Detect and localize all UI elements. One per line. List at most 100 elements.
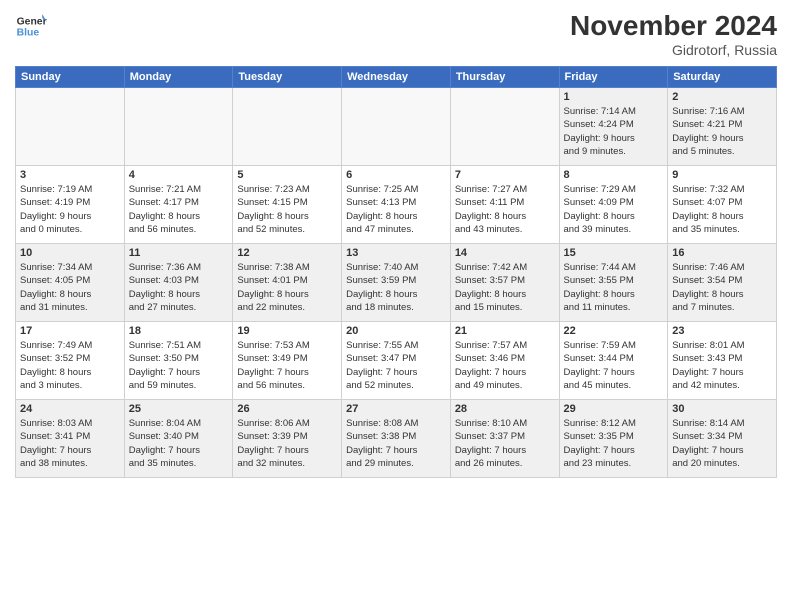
week-row-4: 24 Sunrise: 8:03 AM Sunset: 3:41 PM Dayli…: [16, 400, 777, 478]
table-row: 27Sunrise: 8:08 AM Sunset: 3:38 PM Dayli…: [342, 400, 451, 478]
header-friday: Friday: [559, 67, 668, 88]
header-thursday: Thursday: [450, 67, 559, 88]
table-row: 15 Sunrise: 7:44 AM Sunset: 3:55 PM Dayli…: [559, 244, 668, 322]
day-info: Sunrise: 7:42 AM Sunset: 3:57 PM Dayligh…: [455, 261, 555, 314]
table-row: 25Sunrise: 8:04 AM Sunset: 3:40 PM Dayli…: [124, 400, 233, 478]
table-row: 21 Sunrise: 7:57 AM Sunset: 3:46 PM Dayli…: [450, 322, 559, 400]
day-info: Sunrise: 7:59 AM Sunset: 3:44 PM Dayligh…: [564, 339, 664, 392]
day-info: Sunrise: 8:14 AM Sunset: 3:34 PM Dayligh…: [672, 417, 772, 470]
table-row: 3Sunrise: 7:19 AM Sunset: 4:19 PM Daylig…: [16, 166, 125, 244]
day-info: Sunrise: 7:57 AM Sunset: 3:46 PM Dayligh…: [455, 339, 555, 392]
day-info: Sunrise: 7:49 AM Sunset: 3:52 PM Dayligh…: [20, 339, 120, 392]
day-number: 9: [672, 169, 772, 181]
table-row: 8 Sunrise: 7:29 AM Sunset: 4:09 PM Daylig…: [559, 166, 668, 244]
table-row: 10 Sunrise: 7:34 AM Sunset: 4:05 PM Dayli…: [16, 244, 125, 322]
header-tuesday: Tuesday: [233, 67, 342, 88]
table-row: [450, 88, 559, 166]
month-title: November 2024: [570, 10, 777, 42]
day-info: Sunrise: 7:16 AM Sunset: 4:21 PM Dayligh…: [672, 105, 772, 158]
table-row: 17 Sunrise: 7:49 AM Sunset: 3:52 PM Dayli…: [16, 322, 125, 400]
day-info: Sunrise: 7:23 AM Sunset: 4:15 PM Dayligh…: [237, 183, 337, 236]
day-info: Sunrise: 7:53 AM Sunset: 3:49 PM Dayligh…: [237, 339, 337, 392]
day-number: 6: [346, 169, 446, 181]
day-number: 8: [564, 169, 664, 181]
day-info: Sunrise: 7:44 AM Sunset: 3:55 PM Dayligh…: [564, 261, 664, 314]
day-number: 13: [346, 247, 446, 259]
table-row: 28Sunrise: 8:10 AM Sunset: 3:37 PM Dayli…: [450, 400, 559, 478]
table-row: 30 Sunrise: 8:14 AM Sunset: 3:34 PM Dayli…: [668, 400, 777, 478]
header-monday: Monday: [124, 67, 233, 88]
day-number: 10: [20, 247, 120, 259]
table-row: [16, 88, 125, 166]
header-wednesday: Wednesday: [342, 67, 451, 88]
logo-icon: General Blue: [15, 10, 47, 42]
table-row: 14 Sunrise: 7:42 AM Sunset: 3:57 PM Dayli…: [450, 244, 559, 322]
day-info: Sunrise: 8:06 AM Sunset: 3:39 PM Dayligh…: [237, 417, 337, 470]
day-number: 29: [564, 403, 664, 415]
table-row: 23 Sunrise: 8:01 AM Sunset: 3:43 PM Dayli…: [668, 322, 777, 400]
week-row-1: 3Sunrise: 7:19 AM Sunset: 4:19 PM Daylig…: [16, 166, 777, 244]
table-row: [124, 88, 233, 166]
day-info: Sunrise: 8:03 AM Sunset: 3:41 PM Dayligh…: [20, 417, 120, 470]
day-info: Sunrise: 8:10 AM Sunset: 3:37 PM Dayligh…: [455, 417, 555, 470]
day-info: Sunrise: 7:55 AM Sunset: 3:47 PM Dayligh…: [346, 339, 446, 392]
logo: General Blue: [15, 10, 47, 42]
day-number: 21: [455, 325, 555, 337]
weekday-header-row: Sunday Monday Tuesday Wednesday Thursday…: [16, 67, 777, 88]
table-row: 2Sunrise: 7:16 AM Sunset: 4:21 PM Daylig…: [668, 88, 777, 166]
day-info: Sunrise: 7:34 AM Sunset: 4:05 PM Dayligh…: [20, 261, 120, 314]
day-number: 15: [564, 247, 664, 259]
day-number: 16: [672, 247, 772, 259]
day-number: 22: [564, 325, 664, 337]
day-info: Sunrise: 7:38 AM Sunset: 4:01 PM Dayligh…: [237, 261, 337, 314]
day-number: 30: [672, 403, 772, 415]
week-row-0: 1Sunrise: 7:14 AM Sunset: 4:24 PM Daylig…: [16, 88, 777, 166]
day-number: 18: [129, 325, 229, 337]
day-info: Sunrise: 8:04 AM Sunset: 3:40 PM Dayligh…: [129, 417, 229, 470]
table-row: 26 Sunrise: 8:06 AM Sunset: 3:39 PM Dayli…: [233, 400, 342, 478]
table-row: 11Sunrise: 7:36 AM Sunset: 4:03 PM Dayli…: [124, 244, 233, 322]
day-number: 14: [455, 247, 555, 259]
header-sunday: Sunday: [16, 67, 125, 88]
table-row: 12 Sunrise: 7:38 AM Sunset: 4:01 PM Dayli…: [233, 244, 342, 322]
calendar-table: Sunday Monday Tuesday Wednesday Thursday…: [15, 66, 777, 478]
title-block: November 2024 Gidrotorf, Russia: [570, 10, 777, 58]
day-info: Sunrise: 7:29 AM Sunset: 4:09 PM Dayligh…: [564, 183, 664, 236]
table-row: 4Sunrise: 7:21 AM Sunset: 4:17 PM Daylig…: [124, 166, 233, 244]
svg-text:Blue: Blue: [17, 28, 40, 39]
table-row: 29Sunrise: 8:12 AM Sunset: 3:35 PM Dayli…: [559, 400, 668, 478]
header: General Blue November 2024 Gidrotorf, Ru…: [15, 10, 777, 58]
day-number: 23: [672, 325, 772, 337]
location: Gidrotorf, Russia: [570, 42, 777, 58]
table-row: 24 Sunrise: 8:03 AM Sunset: 3:41 PM Dayli…: [16, 400, 125, 478]
day-info: Sunrise: 7:32 AM Sunset: 4:07 PM Dayligh…: [672, 183, 772, 236]
day-number: 19: [237, 325, 337, 337]
week-row-3: 17 Sunrise: 7:49 AM Sunset: 3:52 PM Dayli…: [16, 322, 777, 400]
day-number: 4: [129, 169, 229, 181]
page: General Blue November 2024 Gidrotorf, Ru…: [0, 0, 792, 612]
day-number: 26: [237, 403, 337, 415]
day-info: Sunrise: 7:36 AM Sunset: 4:03 PM Dayligh…: [129, 261, 229, 314]
day-info: Sunrise: 7:40 AM Sunset: 3:59 PM Dayligh…: [346, 261, 446, 314]
table-row: 9 Sunrise: 7:32 AM Sunset: 4:07 PM Daylig…: [668, 166, 777, 244]
day-number: 7: [455, 169, 555, 181]
week-row-2: 10 Sunrise: 7:34 AM Sunset: 4:05 PM Dayli…: [16, 244, 777, 322]
table-row: 19 Sunrise: 7:53 AM Sunset: 3:49 PM Dayli…: [233, 322, 342, 400]
table-row: 18Sunrise: 7:51 AM Sunset: 3:50 PM Dayli…: [124, 322, 233, 400]
table-row: 5 Sunrise: 7:23 AM Sunset: 4:15 PM Daylig…: [233, 166, 342, 244]
day-info: Sunrise: 7:14 AM Sunset: 4:24 PM Dayligh…: [564, 105, 664, 158]
day-info: Sunrise: 8:08 AM Sunset: 3:38 PM Dayligh…: [346, 417, 446, 470]
header-saturday: Saturday: [668, 67, 777, 88]
table-row: 13 Sunrise: 7:40 AM Sunset: 3:59 PM Dayli…: [342, 244, 451, 322]
day-number: 20: [346, 325, 446, 337]
day-info: Sunrise: 8:01 AM Sunset: 3:43 PM Dayligh…: [672, 339, 772, 392]
day-number: 12: [237, 247, 337, 259]
table-row: 16Sunrise: 7:46 AM Sunset: 3:54 PM Dayli…: [668, 244, 777, 322]
day-info: Sunrise: 7:25 AM Sunset: 4:13 PM Dayligh…: [346, 183, 446, 236]
table-row: 20 Sunrise: 7:55 AM Sunset: 3:47 PM Dayli…: [342, 322, 451, 400]
day-number: 24: [20, 403, 120, 415]
day-number: 5: [237, 169, 337, 181]
day-number: 17: [20, 325, 120, 337]
table-row: 22 Sunrise: 7:59 AM Sunset: 3:44 PM Dayli…: [559, 322, 668, 400]
table-row: 6 Sunrise: 7:25 AM Sunset: 4:13 PM Daylig…: [342, 166, 451, 244]
